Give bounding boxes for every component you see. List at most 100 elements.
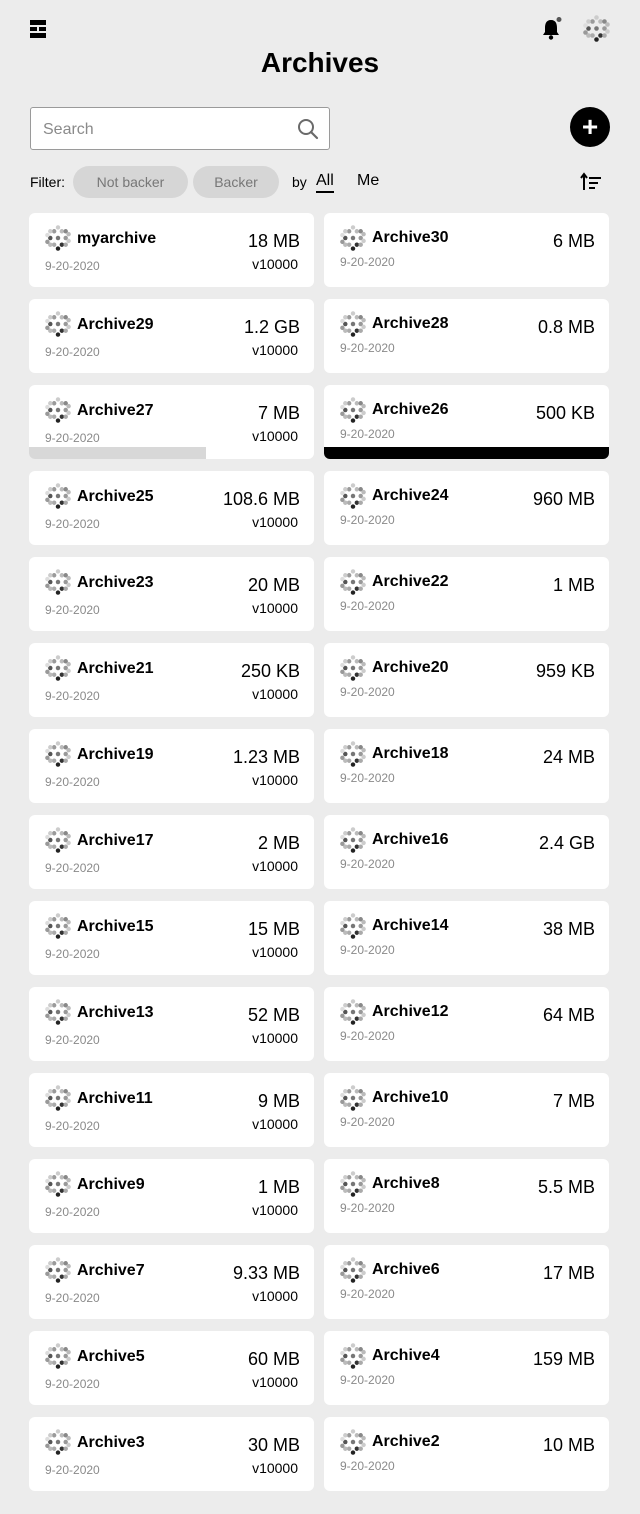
- archive-date: 9-20-2020: [340, 1373, 395, 1387]
- archive-name: Archive28: [372, 315, 449, 332]
- search-input[interactable]: Search: [30, 107, 330, 150]
- archive-size: 250 KB: [240, 661, 300, 681]
- archive-size: 0.8 MB: [537, 317, 595, 337]
- archive-size: 20 MB: [247, 575, 300, 595]
- scope-me[interactable]: Me: [357, 172, 379, 190]
- archive-card[interactable]: Archive25 108.6 MB 9-20-2020 v10000: [29, 471, 314, 545]
- archive-card[interactable]: Archive14 38 MB 9-20-2020: [324, 901, 609, 975]
- archive-avatar-icon: [45, 569, 71, 595]
- archive-avatar-icon: [45, 1085, 71, 1111]
- archive-date: 9-20-2020: [340, 341, 395, 355]
- archive-card[interactable]: Archive29 1.2 GB 9-20-2020 v10000: [29, 299, 314, 373]
- archive-card[interactable]: Archive17 2 MB 9-20-2020 v10000: [29, 815, 314, 889]
- archive-avatar-icon: [45, 741, 71, 767]
- archive-date: 9-20-2020: [45, 259, 100, 273]
- upload-progress-bar: [324, 447, 609, 459]
- archive-name: Archive30: [372, 229, 449, 246]
- archive-card[interactable]: Archive11 9 MB 9-20-2020 v10000: [29, 1073, 314, 1147]
- filter-chip-not-backer[interactable]: Not backer: [73, 166, 188, 198]
- sort-icon[interactable]: [580, 172, 602, 192]
- archive-card[interactable]: Archive8 5.5 MB 9-20-2020: [324, 1159, 609, 1233]
- archive-version: v10000: [252, 858, 298, 874]
- archive-card[interactable]: Archive3 30 MB 9-20-2020 v10000: [29, 1417, 314, 1491]
- archive-card[interactable]: Archive5 60 MB 9-20-2020 v10000: [29, 1331, 314, 1405]
- archive-card[interactable]: Archive7 9.33 MB 9-20-2020 v10000: [29, 1245, 314, 1319]
- archive-date: 9-20-2020: [340, 1459, 395, 1473]
- archive-size: 18 MB: [247, 231, 300, 251]
- archive-name: Archive7: [77, 1262, 145, 1279]
- archive-size: 9.33 MB: [232, 1263, 300, 1283]
- archive-card[interactable]: Archive28 0.8 MB 9-20-2020: [324, 299, 609, 373]
- archive-avatar-icon: [45, 827, 71, 853]
- archive-avatar-icon: [45, 1429, 71, 1455]
- archive-name: Archive2: [372, 1433, 440, 1450]
- archive-size: 960 MB: [532, 489, 595, 509]
- archive-card[interactable]: Archive24 960 MB 9-20-2020: [324, 471, 609, 545]
- archive-version: v10000: [252, 256, 298, 272]
- archive-size: 52 MB: [247, 1005, 300, 1025]
- filter-chip-backer[interactable]: Backer: [193, 166, 279, 198]
- archive-name: Archive18: [372, 745, 449, 762]
- archive-card[interactable]: Archive2 10 MB 9-20-2020: [324, 1417, 609, 1491]
- archive-size: 9 MB: [257, 1091, 300, 1111]
- archive-avatar-icon: [45, 397, 71, 423]
- archive-size: 38 MB: [542, 919, 595, 939]
- avatar-icon[interactable]: [583, 15, 610, 42]
- archive-version: v10000: [252, 1288, 298, 1304]
- search-placeholder: Search: [43, 121, 94, 138]
- archive-card[interactable]: Archive30 6 MB 9-20-2020: [324, 213, 609, 287]
- archive-avatar-icon: [340, 1343, 366, 1369]
- archive-card[interactable]: Archive15 15 MB 9-20-2020 v10000: [29, 901, 314, 975]
- archive-name: Archive12: [372, 1003, 449, 1020]
- search-icon[interactable]: [297, 118, 319, 140]
- archive-version: v10000: [252, 1374, 298, 1390]
- grid-view-icon[interactable]: [30, 20, 46, 38]
- bell-icon[interactable]: [541, 17, 563, 41]
- archive-name: Archive19: [77, 746, 154, 763]
- archive-card[interactable]: Archive12 64 MB 9-20-2020: [324, 987, 609, 1061]
- archive-card[interactable]: Archive23 20 MB 9-20-2020 v10000: [29, 557, 314, 631]
- archive-name: Archive26: [372, 401, 449, 418]
- archive-date: 9-20-2020: [340, 1287, 395, 1301]
- archive-avatar-icon: [340, 1171, 366, 1197]
- archive-card[interactable]: Archive19 1.23 MB 9-20-2020 v10000: [29, 729, 314, 803]
- archive-date: 9-20-2020: [45, 1377, 100, 1391]
- archive-name: Archive25: [77, 488, 154, 505]
- archive-name: Archive14: [372, 917, 449, 934]
- archive-card[interactable]: Archive22 1 MB 9-20-2020: [324, 557, 609, 631]
- archive-card[interactable]: Archive13 52 MB 9-20-2020 v10000: [29, 987, 314, 1061]
- archive-card[interactable]: Archive27 7 MB 9-20-2020 v10000: [29, 385, 314, 459]
- add-archive-button[interactable]: +: [570, 107, 610, 147]
- archive-card[interactable]: Archive16 2.4 GB 9-20-2020: [324, 815, 609, 889]
- archive-card[interactable]: Archive21 250 KB 9-20-2020 v10000: [29, 643, 314, 717]
- archive-card[interactable]: Archive6 17 MB 9-20-2020: [324, 1245, 609, 1319]
- archive-avatar-icon: [340, 225, 366, 251]
- archive-avatar-icon: [45, 483, 71, 509]
- archive-name: myarchive: [77, 230, 157, 247]
- archive-card[interactable]: Archive20 959 KB 9-20-2020: [324, 643, 609, 717]
- archive-card[interactable]: Archive4 159 MB 9-20-2020: [324, 1331, 609, 1405]
- archive-avatar-icon: [340, 741, 366, 767]
- archive-card[interactable]: myarchive 18 MB 9-20-2020 v10000: [29, 213, 314, 287]
- archive-card[interactable]: Archive9 1 MB 9-20-2020 v10000: [29, 1159, 314, 1233]
- archive-card[interactable]: Archive26 500 KB 9-20-2020: [324, 385, 609, 459]
- scope-all[interactable]: All: [316, 172, 334, 193]
- archive-avatar-icon: [45, 311, 71, 337]
- archive-date: 9-20-2020: [45, 1291, 100, 1305]
- archive-name: Archive4: [372, 1347, 440, 1364]
- archive-name: Archive8: [372, 1175, 440, 1192]
- archive-avatar-icon: [340, 827, 366, 853]
- archive-date: 9-20-2020: [340, 857, 395, 871]
- archive-avatar-icon: [45, 225, 71, 251]
- archive-name: Archive22: [372, 573, 449, 590]
- archive-avatar-icon: [340, 397, 366, 423]
- archive-version: v10000: [252, 600, 298, 616]
- page-title: Archives: [260, 47, 380, 78]
- archive-card[interactable]: Archive18 24 MB 9-20-2020: [324, 729, 609, 803]
- archive-avatar-icon: [340, 311, 366, 337]
- archive-size: 60 MB: [247, 1349, 300, 1369]
- archive-version: v10000: [252, 1460, 298, 1476]
- archive-avatar-icon: [45, 655, 71, 681]
- archive-card[interactable]: Archive10 7 MB 9-20-2020: [324, 1073, 609, 1147]
- archive-avatar-icon: [45, 1257, 71, 1283]
